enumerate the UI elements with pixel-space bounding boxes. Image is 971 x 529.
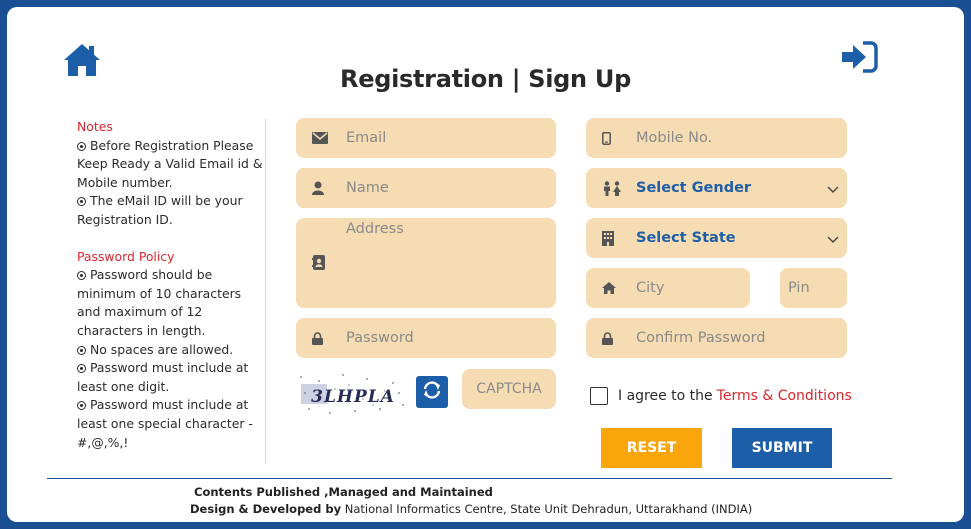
bullet-icon <box>77 345 86 355</box>
footer-divider <box>47 478 892 479</box>
city-field[interactable]: City <box>586 268 750 308</box>
lock-icon <box>602 331 632 345</box>
policy-item: No spaces are allowed. <box>77 341 265 360</box>
footer-designed-label: Design & Developed by <box>190 502 342 516</box>
chevron-down-icon <box>827 182 839 198</box>
email-placeholder: Email <box>346 130 387 146</box>
gender-selected: Select Gender <box>636 180 752 196</box>
policy-item: Password must include at least one digit… <box>77 360 249 394</box>
chevron-down-icon <box>827 232 839 248</box>
confirm-password-placeholder: Confirm Password <box>636 330 766 346</box>
mobile-placeholder: Mobile No. <box>636 130 713 146</box>
home-small-icon <box>602 282 632 294</box>
email-field[interactable]: Email <box>296 118 556 158</box>
notes-panel: Notes Before Registration Please Keep Re… <box>77 118 265 452</box>
footer-credits: Design & Developed by National Informati… <box>190 502 752 516</box>
terms-link[interactable]: Terms & Conditions <box>717 388 852 404</box>
captcha-input[interactable]: CAPTCHA <box>462 369 556 409</box>
confirm-password-field[interactable]: Confirm Password <box>586 318 847 358</box>
user-icon <box>312 181 342 195</box>
terms-agreement: I agree to the Terms & Conditions <box>590 387 852 405</box>
lock-icon <box>312 331 342 345</box>
captcha-text: 3LHPLA <box>311 387 395 407</box>
password-placeholder: Password <box>346 330 414 346</box>
note-item: Before Registration Please Keep Ready a … <box>77 137 263 190</box>
gender-icon <box>602 180 632 196</box>
refresh-icon <box>421 379 443 405</box>
policy-item: Password should be minimum of 10 charact… <box>77 267 242 338</box>
registration-panel: Registration | Sign Up Notes Before Regi… <box>7 7 964 522</box>
name-field[interactable]: Name <box>296 168 556 208</box>
building-icon <box>602 230 632 246</box>
pin-placeholder: Pin <box>788 280 810 296</box>
reset-button[interactable]: RESET <box>601 428 702 468</box>
policy-item: Password must include at least one speci… <box>77 397 253 450</box>
state-selected: Select State <box>636 230 736 246</box>
address-book-icon <box>312 255 342 270</box>
note-item: The eMail ID will be your Registration I… <box>77 193 243 227</box>
submit-button[interactable]: SUBMIT <box>732 428 832 468</box>
password-field[interactable]: Password <box>296 318 556 358</box>
mobile-icon <box>602 131 632 145</box>
footer-organization: National Informatics Centre, State Unit … <box>344 502 753 516</box>
captcha-image: 3LHPLA <box>295 369 411 419</box>
bullet-icon <box>77 141 86 151</box>
captcha-placeholder: CAPTCHA <box>476 381 542 397</box>
address-field[interactable]: Address <box>296 218 556 308</box>
terms-checkbox[interactable] <box>590 387 608 405</box>
notes-heading: Notes <box>77 119 113 134</box>
name-placeholder: Name <box>346 180 389 196</box>
bullet-icon <box>77 197 86 207</box>
password-policy-heading: Password Policy <box>77 248 175 264</box>
bullet-icon <box>77 401 86 411</box>
bullet-icon <box>77 271 86 281</box>
divider <box>265 119 266 464</box>
envelope-icon <box>312 132 342 144</box>
footer-published: Contents Published ,Managed and Maintain… <box>194 485 493 499</box>
page-title: Registration | Sign Up <box>340 65 631 93</box>
gender-select[interactable]: Select Gender <box>586 168 847 208</box>
state-select[interactable]: Select State <box>586 218 847 258</box>
pin-field[interactable]: Pin <box>780 268 847 308</box>
address-placeholder: Address <box>346 221 404 237</box>
bullet-icon <box>77 364 86 374</box>
mobile-field[interactable]: Mobile No. <box>586 118 847 158</box>
refresh-captcha-button[interactable] <box>416 376 448 408</box>
city-placeholder: City <box>636 280 665 296</box>
agree-label: I agree to the <box>618 388 713 404</box>
